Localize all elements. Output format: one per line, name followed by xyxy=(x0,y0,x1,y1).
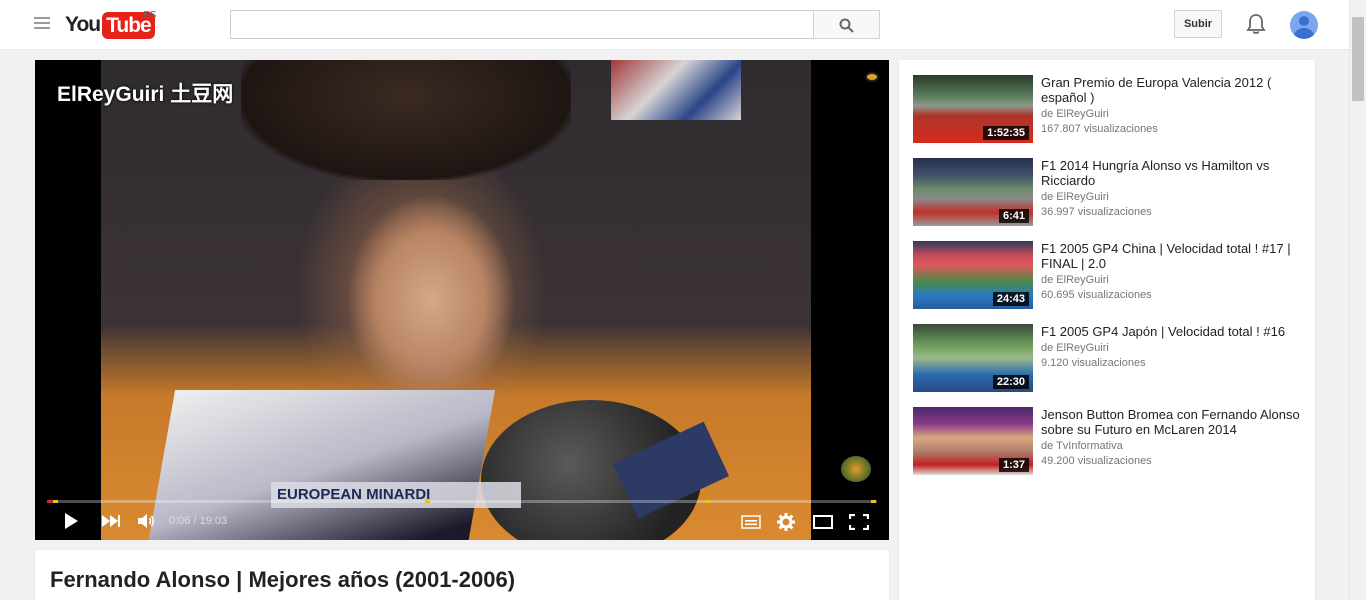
region-code: ES xyxy=(143,10,157,21)
related-video-title[interactable]: F1 2014 Hungría Alonso vs Hamilton vs Ri… xyxy=(1041,158,1303,188)
video-thumbnail[interactable]: 6:41 xyxy=(913,158,1033,226)
related-video-views: 9.120 visualizaciones xyxy=(1041,357,1146,369)
video-info-card: Fernando Alonso | Mejores años (2001-200… xyxy=(35,550,889,600)
related-video-title[interactable]: F1 2005 GP4 Japón | Velocidad total ! #1… xyxy=(1041,324,1303,339)
next-icon[interactable] xyxy=(101,514,121,533)
ad-marker xyxy=(53,500,58,503)
theater-mode-icon[interactable] xyxy=(813,515,833,534)
ad-marker xyxy=(425,500,430,503)
guide-menu-icon[interactable] xyxy=(34,17,50,31)
video-title: Fernando Alonso | Mejores años (2001-200… xyxy=(50,567,516,592)
time-display: 0:06 / 19:03 xyxy=(169,515,227,527)
account-avatar[interactable] xyxy=(1290,11,1318,39)
progress-fill xyxy=(47,500,52,503)
notifications-bell-icon[interactable] xyxy=(1246,13,1266,40)
related-video-title[interactable]: Jenson Button Bromea con Fernando Alonso… xyxy=(1041,407,1303,437)
video-duration: 1:37 xyxy=(998,458,1029,472)
play-icon[interactable] xyxy=(63,512,79,535)
progress-bar[interactable] xyxy=(47,500,877,503)
time-total: 19:03 xyxy=(199,515,228,527)
video-duration: 22:30 xyxy=(992,375,1029,389)
related-video-channel: de ElReyGuiri xyxy=(1041,342,1109,354)
channel-badge-icon xyxy=(841,456,871,482)
ad-marker xyxy=(705,500,710,503)
related-video-item[interactable]: 1:52:35 Gran Premio de Europa Valencia 2… xyxy=(913,75,1303,143)
video-duration: 6:41 xyxy=(998,209,1029,223)
related-video-views: 167.807 visualizaciones xyxy=(1041,123,1158,135)
related-video-views: 60.695 visualizaciones xyxy=(1041,289,1152,301)
related-video-views: 36.997 visualizaciones xyxy=(1041,206,1152,218)
related-video-channel: de ElReyGuiri xyxy=(1041,274,1109,286)
video-thumbnail[interactable]: 22:30 xyxy=(913,324,1033,392)
volume-icon[interactable] xyxy=(137,513,157,534)
fullscreen-icon[interactable] xyxy=(848,513,870,535)
video-thumbnail[interactable]: 1:37 xyxy=(913,407,1033,475)
search-input[interactable] xyxy=(231,11,814,38)
video-duration: 24:43 xyxy=(992,292,1029,306)
video-player[interactable]: EUROPEAN MINARDI ElReyGuiri 土豆网 0:06 / 1… xyxy=(35,60,889,540)
logo-you-text: You xyxy=(65,13,101,36)
subtitles-icon[interactable] xyxy=(741,515,761,534)
masthead: You Tube ES Subir xyxy=(0,0,1366,50)
related-video-views: 49.200 visualizaciones xyxy=(1041,455,1152,467)
broadcaster-logo-icon xyxy=(865,72,879,82)
search-icon xyxy=(839,18,854,33)
related-video-title[interactable]: F1 2005 GP4 China | Velocidad total ! #1… xyxy=(1041,241,1303,271)
upload-button[interactable]: Subir xyxy=(1174,10,1222,38)
related-video-item[interactable]: 22:30 F1 2005 GP4 Japón | Velocidad tota… xyxy=(913,324,1303,392)
settings-gear-icon[interactable] xyxy=(777,513,795,536)
search-button[interactable] xyxy=(813,10,880,39)
related-video-channel: de ElReyGuiri xyxy=(1041,108,1109,120)
page-scrollbar[interactable] xyxy=(1349,0,1366,600)
video-thumbnail[interactable]: 24:43 xyxy=(913,241,1033,309)
related-video-item[interactable]: 24:43 F1 2005 GP4 China | Velocidad tota… xyxy=(913,241,1303,309)
time-current: 0:06 xyxy=(169,515,191,527)
ad-marker xyxy=(871,500,876,503)
related-video-item[interactable]: 1:37 Jenson Button Bromea con Fernando A… xyxy=(913,407,1303,475)
related-video-item[interactable]: 6:41 F1 2014 Hungría Alonso vs Hamilton … xyxy=(913,158,1303,226)
video-watermark: ElReyGuiri 土豆网 xyxy=(57,83,234,106)
time-separator: / xyxy=(190,515,200,527)
video-duration: 1:52:35 xyxy=(983,126,1029,140)
related-videos-sidebar: 1:52:35 Gran Premio de Europa Valencia 2… xyxy=(899,60,1315,600)
scrollbar-thumb[interactable] xyxy=(1352,17,1364,101)
youtube-logo[interactable]: You Tube xyxy=(65,11,155,39)
related-video-channel: de ElReyGuiri xyxy=(1041,191,1109,203)
player-controls: 0:06 / 19:03 xyxy=(35,504,889,540)
search-box xyxy=(230,10,814,39)
video-thumbnail[interactable]: 1:52:35 xyxy=(913,75,1033,143)
related-video-channel: de TvInformativa xyxy=(1041,440,1123,452)
video-frame: EUROPEAN MINARDI xyxy=(101,60,811,540)
related-video-title[interactable]: Gran Premio de Europa Valencia 2012 ( es… xyxy=(1041,75,1303,105)
